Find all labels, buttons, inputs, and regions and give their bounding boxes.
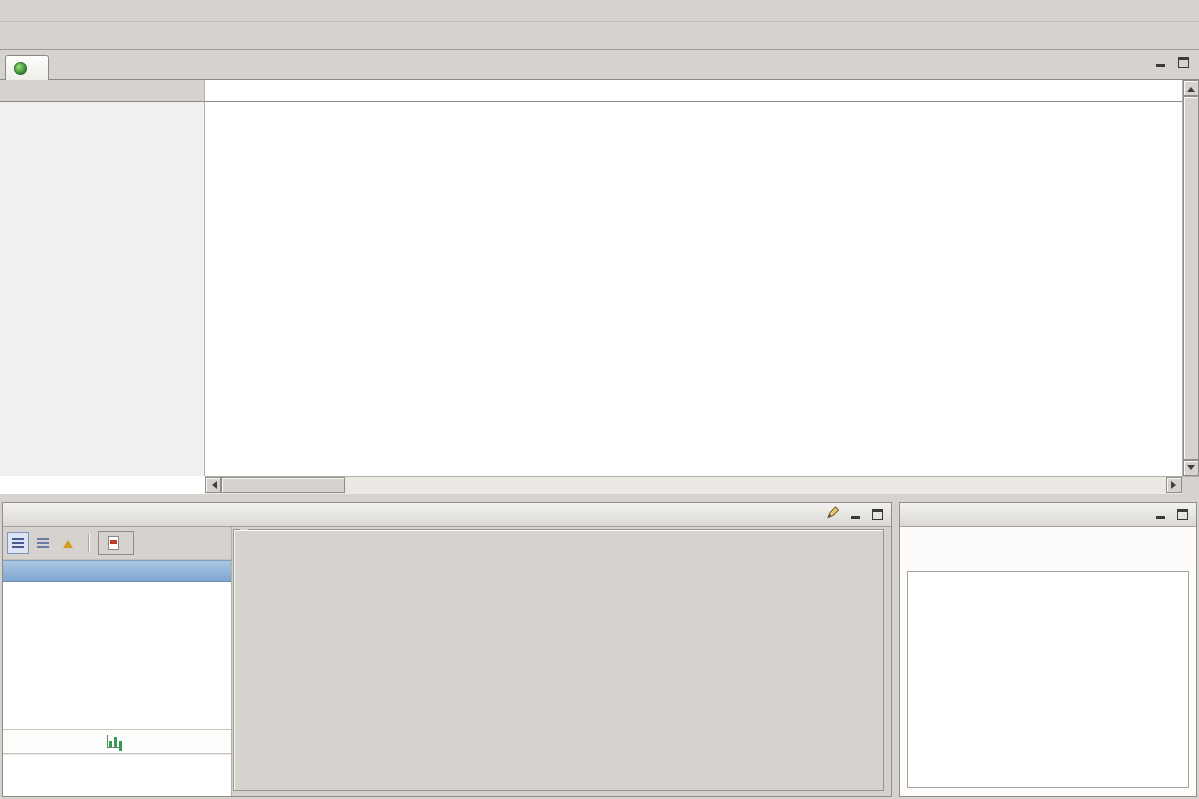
timeline-view <box>0 80 1199 494</box>
timeline-ruler[interactable] <box>205 80 1182 102</box>
properties-box <box>907 571 1189 788</box>
analysis-stage-description <box>3 582 231 729</box>
menubar <box>0 0 1199 22</box>
view-menu-icon[interactable] <box>825 506 839 523</box>
nvvp-session-icon <box>14 62 27 75</box>
scroll-down-icon[interactable] <box>1183 460 1199 476</box>
editor-window-buttons <box>1155 57 1189 68</box>
analysis-minimize-icon[interactable] <box>850 509 861 520</box>
bottom-panels <box>0 494 1199 799</box>
timeline-corner <box>0 80 205 102</box>
nvvp-window <box>0 0 1199 494</box>
unguided-analysis-icon[interactable] <box>32 532 54 554</box>
scroll-right-icon[interactable] <box>1166 477 1182 493</box>
up-level-icon[interactable] <box>57 532 79 554</box>
properties-tab-bar <box>900 503 1196 527</box>
analysis-panel-buttons <box>825 503 891 526</box>
analysis-footer-text <box>3 754 231 796</box>
properties-content <box>900 527 1196 796</box>
properties-panel-buttons <box>1155 503 1196 526</box>
analysis-content <box>3 527 891 796</box>
horizontal-scrollbar[interactable] <box>205 476 1182 494</box>
minimize-icon[interactable] <box>1155 57 1166 68</box>
analysis-toolbar <box>3 527 231 560</box>
toolbar-separator <box>88 534 89 552</box>
scroll-up-icon[interactable] <box>1183 80 1199 96</box>
timeline-row-tree <box>0 102 205 476</box>
session-tab[interactable] <box>5 55 49 80</box>
editor-tab-strip <box>0 50 1199 80</box>
properties-minimize-icon[interactable] <box>1155 509 1166 520</box>
horizontal-scroll-thumb[interactable] <box>221 477 345 493</box>
analysis-stage-title <box>3 560 231 582</box>
vertical-scrollbar[interactable] <box>1182 80 1199 476</box>
scroll-left-icon[interactable] <box>205 477 221 493</box>
main-toolbar <box>0 22 1199 50</box>
vertical-scroll-thumb[interactable] <box>1183 96 1199 460</box>
gpu-usage-chart-icon <box>107 735 121 748</box>
scrollbar-corner <box>1182 476 1199 494</box>
maximize-icon[interactable] <box>1178 57 1189 68</box>
guided-analysis-icon[interactable] <box>7 532 29 554</box>
pdf-icon <box>108 536 119 550</box>
export-pdf-report-button[interactable] <box>98 531 134 555</box>
analysis-maximize-icon[interactable] <box>872 509 883 520</box>
properties-panel <box>899 502 1197 797</box>
properties-maximize-icon[interactable] <box>1177 509 1188 520</box>
analysis-panel <box>2 502 892 797</box>
examine-gpu-usage-button[interactable] <box>3 729 231 754</box>
analysis-guide-column <box>3 527 232 796</box>
results-group <box>233 529 884 791</box>
analysis-tab-bar <box>3 503 891 527</box>
timeline-canvas[interactable] <box>206 102 1182 476</box>
